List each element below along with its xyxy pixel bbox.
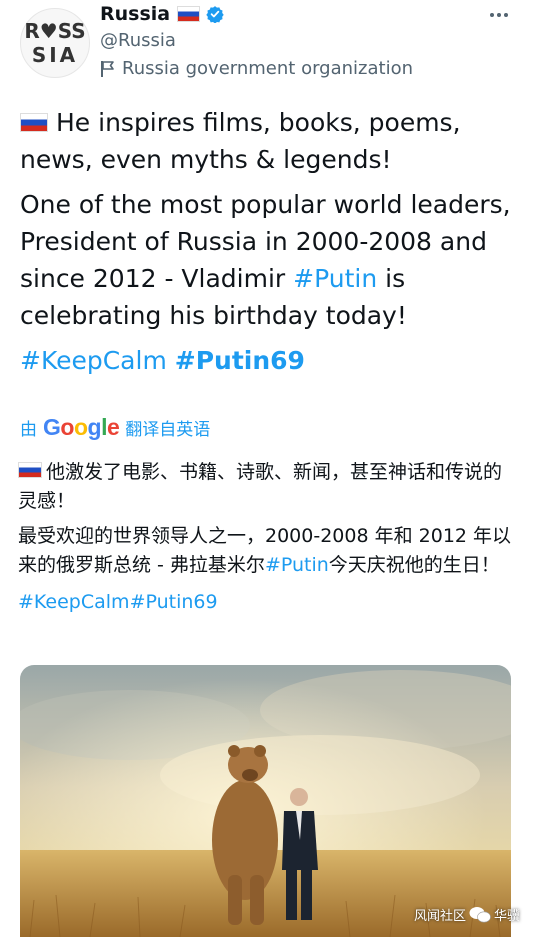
more-options-icon[interactable]	[488, 8, 510, 22]
avatar-logo-bottom: SIA	[31, 43, 79, 67]
account-name[interactable]: Russia	[100, 3, 170, 25]
tweet-paragraph-1: He inspires films, books, poems, news, e…	[20, 104, 515, 178]
name-row: Russia	[100, 2, 224, 26]
wechat-icon	[469, 906, 491, 922]
tweet-p1-text: He inspires films, books, poems, news, e…	[20, 108, 461, 174]
tweet-header: R♥SS SIA Russia @Russia Russia governmen…	[0, 0, 533, 90]
russia-flag-icon	[20, 113, 48, 132]
translation-body: 他激发了电影、书籍、诗歌、新闻，甚至神话和传说的灵感！ 最受欢迎的世界领导人之一…	[18, 458, 513, 623]
translation-p2-end: 今天庆祝他的生日！	[328, 554, 500, 576]
tweet-body: He inspires films, books, poems, news, e…	[20, 104, 515, 387]
tweet-paragraph-2: One of the most popular world leaders, P…	[20, 186, 515, 334]
translate-prefix: 由	[20, 420, 37, 440]
watermark: 风闻社区 华骥	[414, 905, 520, 924]
watermark-right: 华骥	[494, 909, 521, 924]
translation-p1-text: 他激发了电影、书籍、诗歌、新闻，甚至神话和传说的灵感！	[18, 461, 503, 512]
watermark-left: 风闻社区	[414, 909, 467, 924]
translated-by-google[interactable]: 由 Google 翻译自英语	[20, 414, 210, 441]
avatar-logo-top: R♥SS	[24, 19, 86, 43]
account-label-text: Russia government organization	[122, 58, 413, 79]
tweet-p2-text: One of the most popular world leaders, P…	[20, 190, 511, 293]
translate-suffix: 翻译自英语	[125, 420, 211, 440]
translation-hashtag-putin[interactable]: #Putin	[265, 554, 329, 576]
translation-paragraph-2: 最受欢迎的世界领导人之一，2000-2008 年和 2012 年以来的俄罗斯总统…	[18, 522, 513, 580]
hashtag-putin-link[interactable]: #Putin	[293, 264, 377, 293]
russia-flag-icon	[177, 6, 201, 22]
verified-badge-icon	[206, 6, 224, 23]
translation-hashtags[interactable]: #KeepCalm#Putin69	[18, 588, 513, 617]
google-logo: Google	[43, 414, 120, 440]
avatar[interactable]: R♥SS SIA	[20, 8, 90, 78]
hashtag-keepcalm-link[interactable]: #KeepCalm	[20, 346, 167, 375]
tweet-hashtags: #KeepCalm #Putin69	[20, 342, 515, 379]
account-handle[interactable]: @Russia	[100, 30, 176, 51]
tweet-media-image[interactable]	[20, 665, 511, 937]
flag-label-icon	[101, 60, 114, 77]
account-label: Russia government organization	[100, 58, 413, 79]
bear-and-man-photo	[20, 665, 511, 937]
russia-flag-icon	[18, 462, 42, 478]
translation-paragraph-1: 他激发了电影、书籍、诗歌、新闻，甚至神话和传说的灵感！	[18, 458, 513, 516]
hashtag-putin69-link[interactable]: #Putin69	[175, 346, 305, 375]
